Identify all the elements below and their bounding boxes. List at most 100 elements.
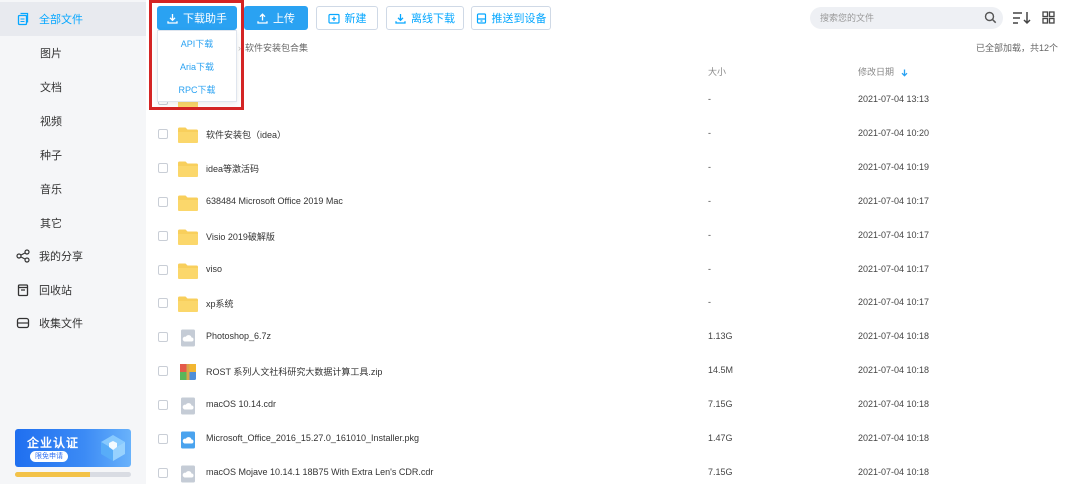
- sidebar-item-all-files[interactable]: 全部文件: [0, 2, 146, 36]
- row-checkbox[interactable]: [158, 230, 168, 241]
- file-date: 2021-07-04 10:18: [858, 466, 930, 477]
- file-name[interactable]: ROST 系列人文社科研究大数据计算工具.zip: [206, 365, 382, 378]
- search-input[interactable]: [820, 10, 980, 26]
- file-name[interactable]: 638484 Microsoft Office 2019 Mac: [206, 196, 343, 206]
- row-checkbox[interactable]: [158, 332, 168, 343]
- sidebar-item-label: 我的分享: [39, 251, 83, 263]
- table-row[interactable]: Microsoft_Office_2016_15.27.0_161010_Ins…: [146, 423, 1080, 457]
- search-icon[interactable]: [984, 11, 997, 24]
- offline-download-label: 离线下载: [411, 13, 455, 25]
- file-name[interactable]: Microsoft_Office_2016_15.27.0_161010_Ins…: [206, 433, 419, 443]
- file-date: 2021-07-04 10:17: [858, 229, 930, 240]
- file-name[interactable]: xp系统: [206, 297, 234, 310]
- file-size: -: [708, 161, 711, 172]
- file-name[interactable]: viso: [206, 264, 222, 274]
- file-date: 2021-07-04 10:18: [858, 399, 930, 410]
- table-row[interactable]: viso - 2021-07-04 10:17: [146, 254, 1080, 288]
- sidebar-item-torrents[interactable]: 种子: [0, 138, 146, 172]
- folder-icon: [178, 229, 198, 245]
- sidebar: 全部文件 图片 文档 视频 种子 音乐 其它 我的分享 回收站 收集文件 企业认…: [0, 0, 146, 484]
- column-header-modified[interactable]: 修改日期: [858, 65, 908, 78]
- file-name[interactable]: 软件安装包（idea）: [206, 128, 286, 141]
- sidebar-item-images[interactable]: 图片: [0, 36, 146, 70]
- enterprise-progress-fill: [15, 472, 91, 477]
- column-header-size[interactable]: 大小: [708, 65, 726, 78]
- file-size: 14.5M: [708, 365, 734, 376]
- row-checkbox[interactable]: [158, 400, 168, 411]
- table-row[interactable]: 软件安装包（idea） - 2021-07-04 10:20: [146, 118, 1080, 152]
- table-row[interactable]: xp系统 - 2021-07-04 10:17: [146, 287, 1080, 321]
- table-row[interactable]: idea等激活码 - 2021-07-04 10:19: [146, 152, 1080, 186]
- cloud-file-icon: [181, 329, 195, 347]
- table-row[interactable]: Visio 2019破解版 - 2021-07-04 10:17: [146, 220, 1080, 254]
- sidebar-item-collect-files[interactable]: 收集文件: [0, 306, 146, 340]
- table-row[interactable]: Photoshop_6.7z 1.13G 2021-07-04 10:18: [146, 321, 1080, 355]
- table-row[interactable]: ROST 系列人文社科研究大数据计算工具.zip 14.5M 2021-07-0…: [146, 355, 1080, 389]
- table-row[interactable]: macOS Mojave 10.14.1 18B75 With Extra Le…: [146, 457, 1080, 484]
- sort-order-icon[interactable]: [1012, 11, 1032, 25]
- file-date: 2021-07-04 10:20: [858, 127, 930, 138]
- download-icon: [167, 13, 178, 24]
- sort-down-icon: [901, 69, 907, 77]
- file-name[interactable]: macOS Mojave 10.14.1 18B75 With Extra Le…: [206, 467, 433, 477]
- trash-icon: [17, 284, 29, 297]
- file-size: -: [708, 229, 711, 240]
- file-name[interactable]: Visio 2019破解版: [206, 230, 275, 243]
- sidebar-item-label: 图片: [40, 48, 62, 60]
- sidebar-item-videos[interactable]: 视频: [0, 104, 146, 138]
- sidebar-item-label: 视频: [40, 116, 62, 128]
- row-checkbox[interactable]: [158, 366, 168, 377]
- grid-view-icon[interactable]: [1042, 11, 1055, 24]
- file-date: 2021-07-04 10:17: [858, 195, 930, 206]
- menu-item-aria-download[interactable]: Aria下载: [158, 56, 236, 78]
- file-name[interactable]: idea等激活码: [206, 162, 259, 175]
- search-box: [810, 7, 1003, 29]
- new-button[interactable]: 新建: [316, 6, 378, 30]
- row-checkbox[interactable]: [158, 467, 168, 478]
- row-checkbox[interactable]: [158, 298, 168, 309]
- file-size: 1.13G: [708, 331, 733, 342]
- push-to-device-button[interactable]: 推送到设备: [471, 6, 551, 30]
- offline-download-button[interactable]: 离线下载: [386, 6, 464, 30]
- row-checkbox[interactable]: [158, 128, 168, 139]
- enterprise-shield-icon: [101, 435, 125, 461]
- breadcrumb: 件›软件安装包合集: [225, 41, 308, 54]
- free-apply-button[interactable]: 限免申请: [30, 451, 68, 462]
- enterprise-progress-bar: [15, 472, 131, 477]
- push-to-device-label: 推送到设备: [491, 13, 547, 25]
- menu-item-rpc-download[interactable]: RPC下载: [158, 79, 236, 101]
- sidebar-item-label: 种子: [40, 150, 62, 162]
- collect-icon: [16, 317, 30, 329]
- sidebar-item-music[interactable]: 音乐: [0, 172, 146, 206]
- row-checkbox[interactable]: [158, 264, 168, 275]
- table-row[interactable]: 638484 Microsoft Office 2019 Mac - 2021-…: [146, 186, 1080, 220]
- sidebar-item-recycle-bin[interactable]: 回收站: [0, 273, 146, 307]
- folder-icon: [178, 263, 198, 279]
- sidebar-item-my-shares[interactable]: 我的分享: [0, 239, 146, 273]
- download-helper-menu: API下载 Aria下载 RPC下载: [157, 30, 237, 102]
- table-row[interactable]: - 2021-07-04 13:13: [146, 84, 1080, 118]
- download-helper-button[interactable]: 下载助手: [157, 6, 237, 30]
- row-checkbox[interactable]: [158, 434, 168, 444]
- menu-item-api-download[interactable]: API下载: [158, 33, 236, 55]
- row-checkbox[interactable]: [158, 196, 168, 207]
- row-checkbox[interactable]: [158, 162, 168, 173]
- file-size: -: [708, 297, 711, 308]
- file-date: 2021-07-04 10:18: [858, 365, 930, 376]
- sidebar-item-documents[interactable]: 文档: [0, 70, 146, 104]
- file-date: 2021-07-04 10:18: [858, 433, 930, 443]
- sidebar-item-label: 文档: [40, 82, 62, 94]
- file-size: -: [708, 94, 711, 104]
- file-date: 2021-07-04 13:13: [858, 94, 930, 104]
- sidebar-item-label: 回收站: [39, 285, 72, 297]
- sidebar-item-label: 音乐: [40, 184, 62, 196]
- file-size: -: [708, 127, 711, 138]
- offline-download-icon: [395, 13, 406, 24]
- file-name[interactable]: Photoshop_6.7z: [206, 331, 271, 341]
- upload-button[interactable]: 上传: [244, 6, 308, 30]
- sidebar-item-other[interactable]: 其它: [0, 206, 146, 240]
- file-name[interactable]: macOS 10.14.cdr: [206, 399, 276, 409]
- table-row[interactable]: macOS 10.14.cdr 7.15G 2021-07-04 10:18: [146, 389, 1080, 423]
- enterprise-banner[interactable]: 企业认证 限免申请: [15, 429, 131, 467]
- file-size: 7.15G: [708, 466, 733, 477]
